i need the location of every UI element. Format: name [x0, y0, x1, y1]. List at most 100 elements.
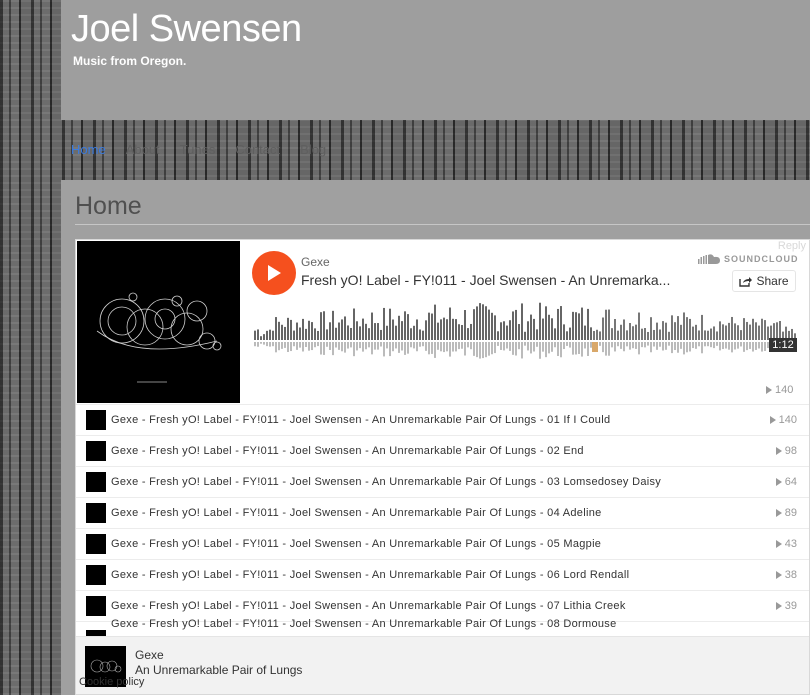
waveform-bar	[686, 317, 688, 340]
waveform-reflection-bar	[401, 342, 403, 351]
waveform-bar	[650, 317, 652, 340]
waveform-bar	[536, 329, 538, 340]
waveform-bar	[605, 309, 607, 340]
waveform-reflection-bar	[269, 342, 271, 347]
play-count-icon	[775, 447, 782, 455]
share-label: Share	[756, 274, 789, 288]
waveform-reflection-bar	[671, 342, 673, 354]
waveform-bar	[461, 325, 463, 340]
track-row[interactable]: Gexe - Fresh yO! Label - FY!011 - Joel S…	[76, 435, 809, 466]
track-row[interactable]: Gexe - Fresh yO! Label - FY!011 - Joel S…	[76, 528, 809, 559]
waveform-reflection-bar	[392, 342, 394, 352]
track-user[interactable]: Gexe	[301, 255, 330, 269]
waveform-bar	[554, 328, 556, 340]
waveform-bar	[347, 325, 349, 340]
waveform-reflection-bar	[500, 342, 502, 350]
waveform-reflection-bar	[725, 342, 727, 349]
waveform-bar	[716, 331, 718, 340]
waveform-bar	[398, 315, 400, 340]
soundcloud-player: Gexe Fresh yO! Label - FY!011 - Joel Swe…	[75, 239, 810, 695]
waveform-reflection-bar	[689, 342, 691, 352]
waveform-bar	[257, 329, 259, 340]
play-count-icon	[775, 509, 782, 517]
waveform-reflection-bar	[692, 342, 694, 349]
track-row[interactable]: Gexe - Fresh yO! Label - FY!011 - Joel S…	[76, 404, 809, 435]
waveform-reflection-bar	[278, 342, 280, 351]
waveform-reflection-bar	[587, 342, 589, 356]
track-play-count-value: 43	[784, 538, 797, 550]
nav-item-home[interactable]: Home	[71, 142, 106, 160]
share-button[interactable]: Share	[732, 270, 796, 292]
waveform-bar	[380, 329, 382, 340]
waveform-reflection-bar	[284, 342, 286, 348]
track-title[interactable]: Fresh yO! Label - FY!011 - Joel Swensen …	[301, 272, 686, 288]
waveform-bar	[374, 323, 376, 340]
waveform-bar	[332, 310, 334, 340]
waveform-reflection-bar	[635, 342, 637, 349]
waveform-reflection-bar	[611, 342, 613, 348]
waveform-reflection-bar	[431, 342, 433, 354]
player-footer: Gexe An Unremarkable Pair of Lungs	[76, 636, 809, 694]
site-description: Music from Oregon.	[73, 54, 187, 68]
waveform-bar	[470, 323, 472, 340]
waveform-bar	[491, 312, 493, 340]
waveform-reflection-bar	[506, 342, 508, 349]
waveform-reflection-bar	[566, 342, 568, 346]
track-play-count-value: 39	[784, 600, 797, 612]
waveform-reflection-bar	[761, 342, 763, 352]
waveform-bar	[500, 322, 502, 340]
track-row[interactable]: Gexe - Fresh yO! Label - FY!011 - Joel S…	[76, 466, 809, 497]
waveform-bar	[671, 315, 673, 340]
track-row[interactable]: Gexe - Fresh yO! Label - FY!011 - Joel S…	[76, 590, 809, 621]
waveform-bar	[311, 322, 313, 340]
track-row[interactable]: Gexe - Fresh yO! Label - FY!011 - Joel S…	[76, 497, 809, 528]
waveform-reflection-bar	[476, 342, 478, 358]
reply-link[interactable]: Reply	[778, 240, 806, 252]
waveform-reflection-bar	[659, 342, 661, 347]
nav-item-tunes[interactable]: Tunes	[180, 142, 216, 160]
footer-user[interactable]: Gexe	[135, 648, 164, 662]
nav-item-about[interactable]: About	[126, 142, 160, 160]
waveform-reflection-bar	[485, 342, 487, 358]
waveform-bar	[575, 312, 577, 340]
waveform-reflection-bar	[677, 342, 679, 353]
waveform-bar	[323, 311, 325, 340]
waveform-bar	[275, 317, 277, 340]
play-button[interactable]	[252, 251, 296, 295]
track-thumbnail	[86, 534, 106, 554]
waveform-reflection-bar	[419, 342, 421, 347]
waveform-bar	[314, 328, 316, 340]
waveform-bar	[260, 336, 262, 340]
soundcloud-logo[interactable]: SOUNDCLOUD	[698, 254, 799, 264]
footer-album-title[interactable]: An Unremarkable Pair of Lungs	[135, 663, 302, 677]
waveform-reflection-bar	[497, 342, 499, 346]
nav-item-contact[interactable]: Contact	[235, 142, 280, 160]
waveform-reflection-bar	[764, 342, 766, 351]
waveform-reflection-bar	[323, 342, 325, 355]
waveform-bar	[674, 322, 676, 340]
waveform-reflection-bar	[458, 342, 460, 350]
waveform-bar	[353, 308, 355, 340]
nav-item-blog[interactable]: Blog	[300, 142, 326, 160]
waveform-bar	[623, 319, 625, 340]
site-title[interactable]: Joel Swensen	[71, 8, 302, 51]
comment-marker[interactable]	[592, 342, 598, 352]
waveform-bar	[728, 322, 730, 340]
play-icon	[268, 265, 281, 281]
waveform-reflection-bar	[626, 342, 628, 347]
waveform-reflection-bar	[572, 342, 574, 355]
waveform-bar	[761, 318, 763, 340]
album-artwork[interactable]	[77, 241, 240, 403]
waveform-bar	[410, 328, 412, 340]
waveform-bar	[602, 317, 604, 340]
waveform-bar	[440, 319, 442, 340]
waveform-bar	[596, 329, 598, 340]
track-row-title: Gexe - Fresh yO! Label - FY!011 - Joel S…	[111, 507, 602, 519]
cookie-policy-link[interactable]: Cookie policy	[79, 676, 144, 688]
waveform[interactable]	[254, 290, 799, 370]
waveform-reflection-bar	[386, 342, 388, 349]
waveform-bar	[404, 311, 406, 340]
track-row[interactable]: Gexe - Fresh yO! Label - FY!011 - Joel S…	[76, 559, 809, 590]
waveform-reflection-bar	[257, 342, 259, 347]
waveform-reflection-bar	[575, 342, 577, 355]
